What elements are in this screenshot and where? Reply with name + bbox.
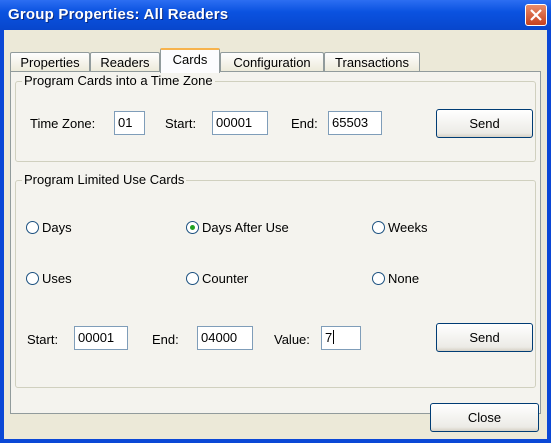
radio-circle xyxy=(26,221,39,234)
tab-label: Transactions xyxy=(335,55,409,70)
radio-weeks-label: Weeks xyxy=(388,220,428,235)
limited-end-label: End: xyxy=(152,332,179,347)
limited-end-field[interactable]: 04000 xyxy=(197,326,253,350)
radio-selected-dot xyxy=(190,225,195,230)
radio-counter-label: Counter xyxy=(202,271,249,286)
value-field[interactable]: 7 xyxy=(321,326,361,350)
tab-transactions[interactable]: Transactions xyxy=(324,52,420,72)
limited-use-group: Program Limited Use Cards Days Days Afte… xyxy=(15,172,536,388)
tab-label: Readers xyxy=(100,55,150,70)
tab-label: Cards xyxy=(172,52,208,67)
radio-days-after-use[interactable]: Days After Use xyxy=(186,220,326,237)
send-time-zone-button[interactable]: Send xyxy=(436,109,533,138)
radio-circle xyxy=(186,221,199,234)
radio-none[interactable]: None xyxy=(372,271,462,288)
radio-days[interactable]: Days xyxy=(26,220,106,237)
tab-label: Properties xyxy=(20,55,80,70)
tab-cards[interactable]: Cards xyxy=(160,48,220,73)
time-zone-group: Program Cards into a Time Zone Time Zone… xyxy=(15,73,536,162)
radio-weeks[interactable]: Weeks xyxy=(372,220,462,237)
start-field[interactable]: 00001 xyxy=(212,111,268,135)
radio-circle xyxy=(186,272,199,285)
limited-start-field[interactable]: 00001 xyxy=(74,326,128,350)
send-limited-use-button[interactable]: Send xyxy=(436,323,533,352)
radio-uses[interactable]: Uses xyxy=(26,271,106,288)
tab-properties[interactable]: Properties xyxy=(10,52,90,72)
limited-start-label: Start: xyxy=(27,332,59,347)
radio-uses-label: Uses xyxy=(42,271,72,286)
dialog-window: Group Properties: All Readers Properties… xyxy=(0,0,551,443)
end-label: End: xyxy=(291,116,318,131)
value-label: Value: xyxy=(274,332,310,347)
close-icon xyxy=(530,9,542,21)
close-button[interactable]: Close xyxy=(430,403,539,432)
radio-none-label: None xyxy=(388,271,420,286)
time-zone-field[interactable]: 01 xyxy=(114,111,145,135)
cards-tab-panel: Program Cards into a Time Zone Time Zone… xyxy=(10,71,541,414)
tab-readers[interactable]: Readers xyxy=(90,52,160,72)
title-bar[interactable]: Group Properties: All Readers xyxy=(0,0,551,30)
radio-days-after-use-label: Days After Use xyxy=(202,220,289,235)
radio-circle xyxy=(372,221,385,234)
time-zone-group-legend: Program Cards into a Time Zone xyxy=(22,73,215,88)
text-caret xyxy=(333,330,335,344)
value-text: 7 xyxy=(325,330,333,345)
radio-circle xyxy=(26,272,39,285)
radio-days-label: Days xyxy=(42,220,72,235)
end-field[interactable]: 65503 xyxy=(328,111,382,135)
window-title: Group Properties: All Readers xyxy=(8,6,229,23)
tab-label: Configuration xyxy=(233,55,311,70)
dialog-client-area: Properties Readers Cards Configuration T… xyxy=(4,30,547,439)
limited-use-group-legend: Program Limited Use Cards xyxy=(22,172,187,187)
close-window-button[interactable] xyxy=(525,4,547,26)
time-zone-label: Time Zone: xyxy=(30,116,96,131)
radio-circle xyxy=(372,272,385,285)
start-label: Start: xyxy=(165,116,197,131)
tab-configuration[interactable]: Configuration xyxy=(220,52,324,72)
radio-counter[interactable]: Counter xyxy=(186,271,296,288)
